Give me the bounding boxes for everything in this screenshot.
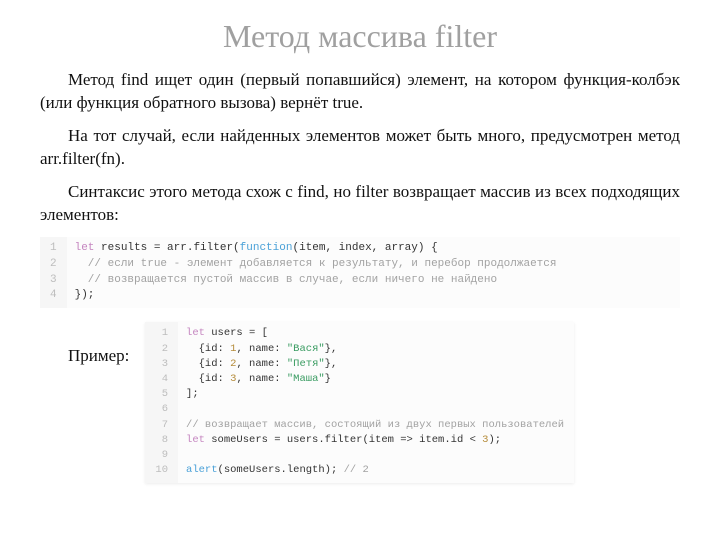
code-gutter-2: 1 2 3 4 5 6 7 8 9 10 bbox=[145, 322, 178, 482]
code-function: function bbox=[240, 242, 293, 254]
code-string: "Вася" bbox=[287, 343, 325, 355]
code-text: }, bbox=[325, 358, 338, 370]
paragraph-3: Синтаксис этого метода схож с find, но f… bbox=[40, 181, 680, 227]
code-text: users = [ bbox=[205, 327, 268, 339]
code-comment: // возвращается пустой массив в случае, … bbox=[75, 274, 497, 286]
code-text: (someUsers.length); bbox=[218, 464, 344, 476]
code-text: someUsers = users.filter(item => item.id… bbox=[205, 434, 482, 446]
code-text: , name: bbox=[236, 358, 286, 370]
code-block-1: 1 2 3 4 let results = arr.filter(functio… bbox=[40, 237, 680, 309]
paragraph-2: На тот случай, если найденных элементов … bbox=[40, 125, 680, 171]
code-function: alert bbox=[186, 464, 218, 476]
code-keyword: let bbox=[186, 327, 205, 339]
code-text: , name: bbox=[236, 373, 286, 385]
code-text: ); bbox=[488, 434, 501, 446]
code-keyword: let bbox=[75, 242, 95, 254]
code-text: } bbox=[325, 373, 331, 385]
code-keyword: let bbox=[186, 434, 205, 446]
code-gutter-1: 1 2 3 4 bbox=[40, 237, 67, 309]
paragraph-1: Метод find ищет один (первый попавшийся)… bbox=[40, 69, 680, 115]
code-text: ]; bbox=[186, 388, 199, 400]
code-comment: // если true - элемент добавляется к рез… bbox=[75, 258, 557, 270]
code-text: {id: bbox=[186, 358, 230, 370]
code-content-2: let users = [ {id: 1, name: "Вася"}, {id… bbox=[178, 322, 574, 482]
code-text: {id: bbox=[186, 373, 230, 385]
code-comment: // возвращает массив, состоящий из двух … bbox=[186, 419, 564, 431]
code-text: }, bbox=[325, 343, 338, 355]
slide-title: Метод массива filter bbox=[40, 18, 680, 55]
code-text: }); bbox=[75, 289, 95, 301]
code-string: "Петя" bbox=[287, 358, 325, 370]
code-comment: // 2 bbox=[344, 464, 369, 476]
code-text: {id: bbox=[186, 343, 230, 355]
code-text: (item, index, array) { bbox=[292, 242, 437, 254]
code-text: , name: bbox=[236, 343, 286, 355]
example-label: Пример: bbox=[40, 318, 129, 366]
code-block-2: 1 2 3 4 5 6 7 8 9 10 let users = [ {id: … bbox=[145, 322, 574, 482]
code-content-1: let results = arr.filter(function(item, … bbox=[67, 237, 680, 309]
code-string: "Маша" bbox=[287, 373, 325, 385]
code-text: results = arr.filter( bbox=[94, 242, 239, 254]
